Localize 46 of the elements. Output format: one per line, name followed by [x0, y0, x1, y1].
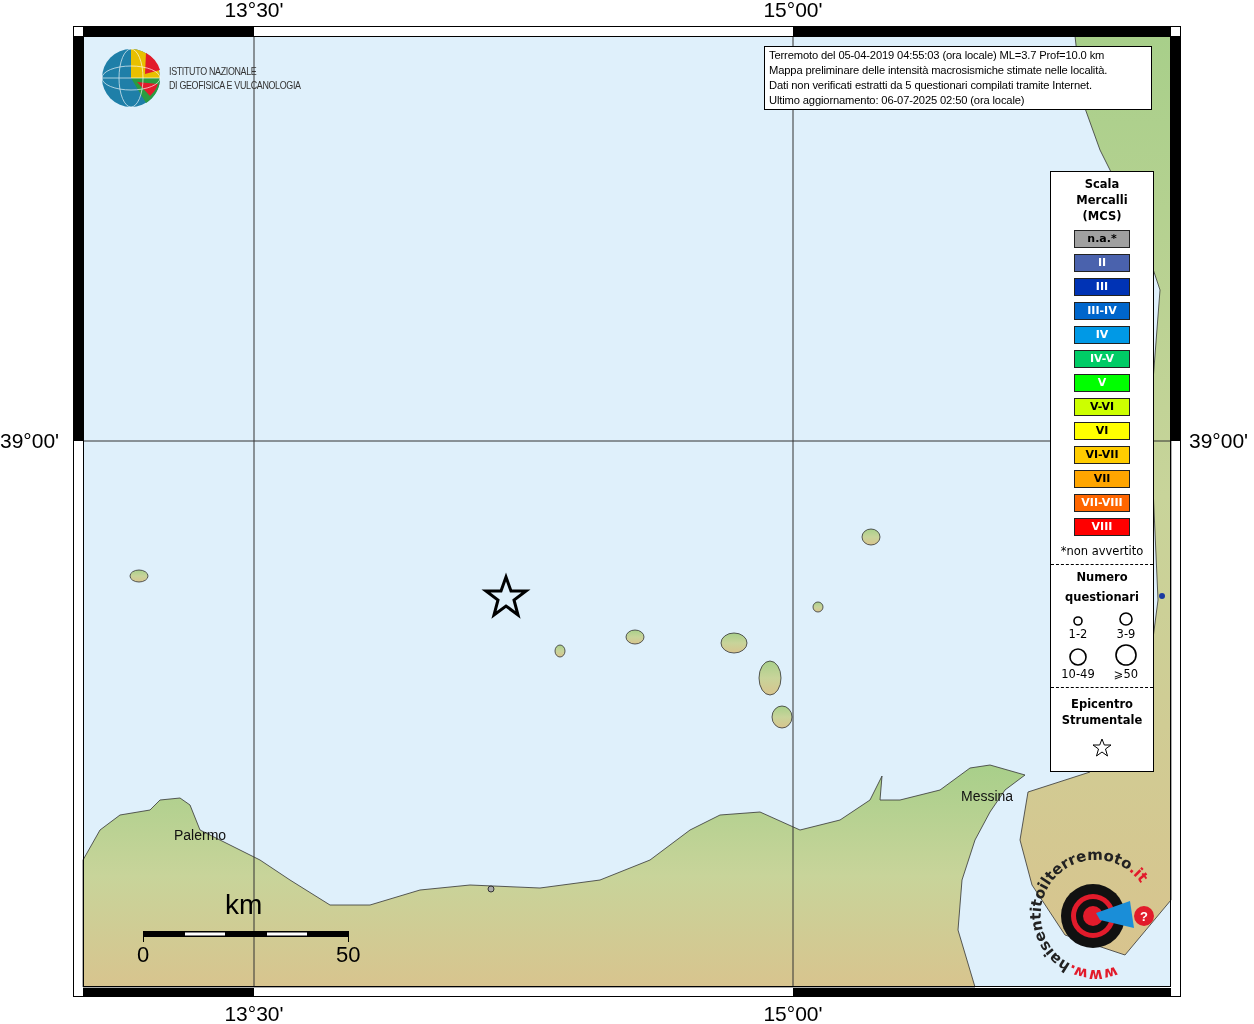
info-line: Mappa preliminare delle intensità macrosismiche stimate nelle località. — [769, 63, 1109, 78]
longitude-label: 15°00' — [762, 0, 824, 23]
place-label: Palermo — [174, 827, 227, 843]
intensity-swatch: V-VI — [1074, 398, 1130, 416]
longitude-label: 13°30' — [223, 1001, 285, 1024]
latitude-label: 39°00' — [0, 428, 61, 454]
response-range: ⩾50 — [1113, 667, 1139, 681]
legend-title: Epicentro Strumentale — [1060, 696, 1144, 728]
intensity-swatch: IV-V — [1074, 350, 1130, 368]
longitude-label: 15°00' — [762, 1001, 824, 1024]
institute-name: ISTITUTO NAZIONALE — [169, 64, 258, 78]
response-range: 3-9 — [1116, 627, 1136, 641]
intensity-swatch: VI-VII — [1074, 446, 1130, 464]
intensity-swatch: VII-VIII — [1074, 494, 1130, 512]
legend-title: Scala Mercalli (MCS) — [1075, 176, 1129, 224]
info-line: Dati non verificati estratti da 5 questionari compilati tramite Internet. — [769, 78, 1093, 93]
intensity-swatch: III — [1074, 278, 1130, 296]
intensity-swatch: III-IV — [1074, 302, 1130, 320]
intensity-swatch: II — [1074, 254, 1130, 272]
intensity-swatch: VI — [1074, 422, 1130, 440]
info-line: Terremoto del 05-04-2019 04:55:03 (ora locale) ML=3.7 Prof=10.0 km — [769, 48, 1106, 63]
epicenter-star-icon — [481, 572, 531, 619]
intensity-swatch: IV — [1074, 326, 1130, 344]
circle-icon — [1072, 615, 1084, 627]
scale-start: 0 — [137, 942, 150, 968]
institute-name: DI GEOFISICA E VULCANOLOGIA — [169, 78, 301, 92]
intensity-swatch: V — [1074, 374, 1130, 392]
circle-icon — [1118, 611, 1134, 627]
place-marker-icon — [487, 885, 495, 893]
circle-icon — [1068, 647, 1088, 667]
intensity-swatch: VIII — [1074, 518, 1130, 536]
globe-logo-icon — [101, 48, 161, 108]
response-range: 10-49 — [1061, 667, 1095, 681]
info-line: Ultimo aggiornamento: 06-07-2025 02:50 (ora locale) — [769, 93, 1026, 108]
legend-footnote: *non avvertito — [1060, 544, 1144, 558]
scale-unit: km — [225, 889, 263, 921]
intensity-swatch: n.a.* — [1074, 230, 1130, 248]
latitude-label: 39°00' — [1189, 428, 1250, 454]
intensity-swatch: VII — [1074, 470, 1130, 488]
longitude-label: 13°30' — [223, 0, 285, 23]
legend-title: Numero questionari — [1064, 569, 1140, 606]
scale-end: 50 — [336, 942, 361, 968]
circle-icon — [1114, 643, 1138, 667]
response-range: 1-2 — [1068, 627, 1088, 641]
town-marker-icon — [1159, 593, 1165, 599]
star-icon — [1092, 738, 1112, 757]
